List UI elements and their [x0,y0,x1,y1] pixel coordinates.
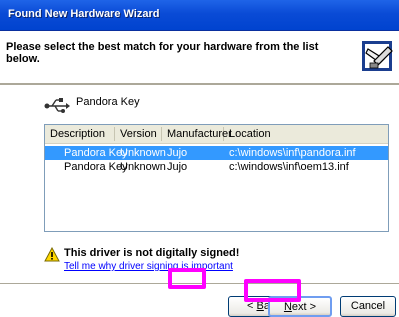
annotation-box-link [168,268,206,289]
column-header-location[interactable]: Location [224,127,388,141]
header-separator [0,83,399,86]
warning-message: This driver is not digitally signed! [64,247,240,259]
list-item[interactable]: Pandora Key Unknown Jujo c:\windows\inf\… [45,160,388,174]
cell-manufacturer: Jujo [167,147,188,159]
driver-signing-link[interactable]: Tell me why driver signing is important [64,261,233,272]
cell-location: c:\windows\inf\oem13.inf [229,161,349,173]
driver-list[interactable]: Description Version Manufacturer Locatio… [44,124,389,232]
column-header-manufacturer[interactable]: Manufacturer [162,127,232,141]
column-header-description[interactable]: Description [45,127,115,141]
cell-version: Unknown [120,161,166,173]
wizard-header: Please select the best match for your ha… [0,31,399,83]
column-header-version[interactable]: Version [115,127,162,141]
annotation-box-next [244,279,301,302]
window-title: Found New Hardware Wizard [8,8,160,20]
header-instruction: Please select the best match for your ha… [6,41,319,65]
next-button-accel: N [283,301,292,313]
hardware-wizard-icon [362,41,393,71]
cell-location: c:\windows\inf\pandora.inf [229,147,356,159]
device-name: Pandora Key [76,96,140,108]
warning-icon [44,247,60,262]
list-item-selected[interactable]: Pandora Key Unknown Jujo c:\windows\inf\… [45,146,388,160]
cancel-button[interactable]: Cancel [340,296,396,317]
next-button-label: ext [291,301,307,313]
list-header: Description Version Manufacturer Locatio… [45,125,388,144]
cell-version: Unknown [120,147,166,159]
cell-manufacturer: Jujo [167,161,188,173]
usb-icon [44,98,70,113]
next-button-suffix: > [306,301,317,313]
title-bar[interactable]: Found New Hardware Wizard [0,0,399,31]
